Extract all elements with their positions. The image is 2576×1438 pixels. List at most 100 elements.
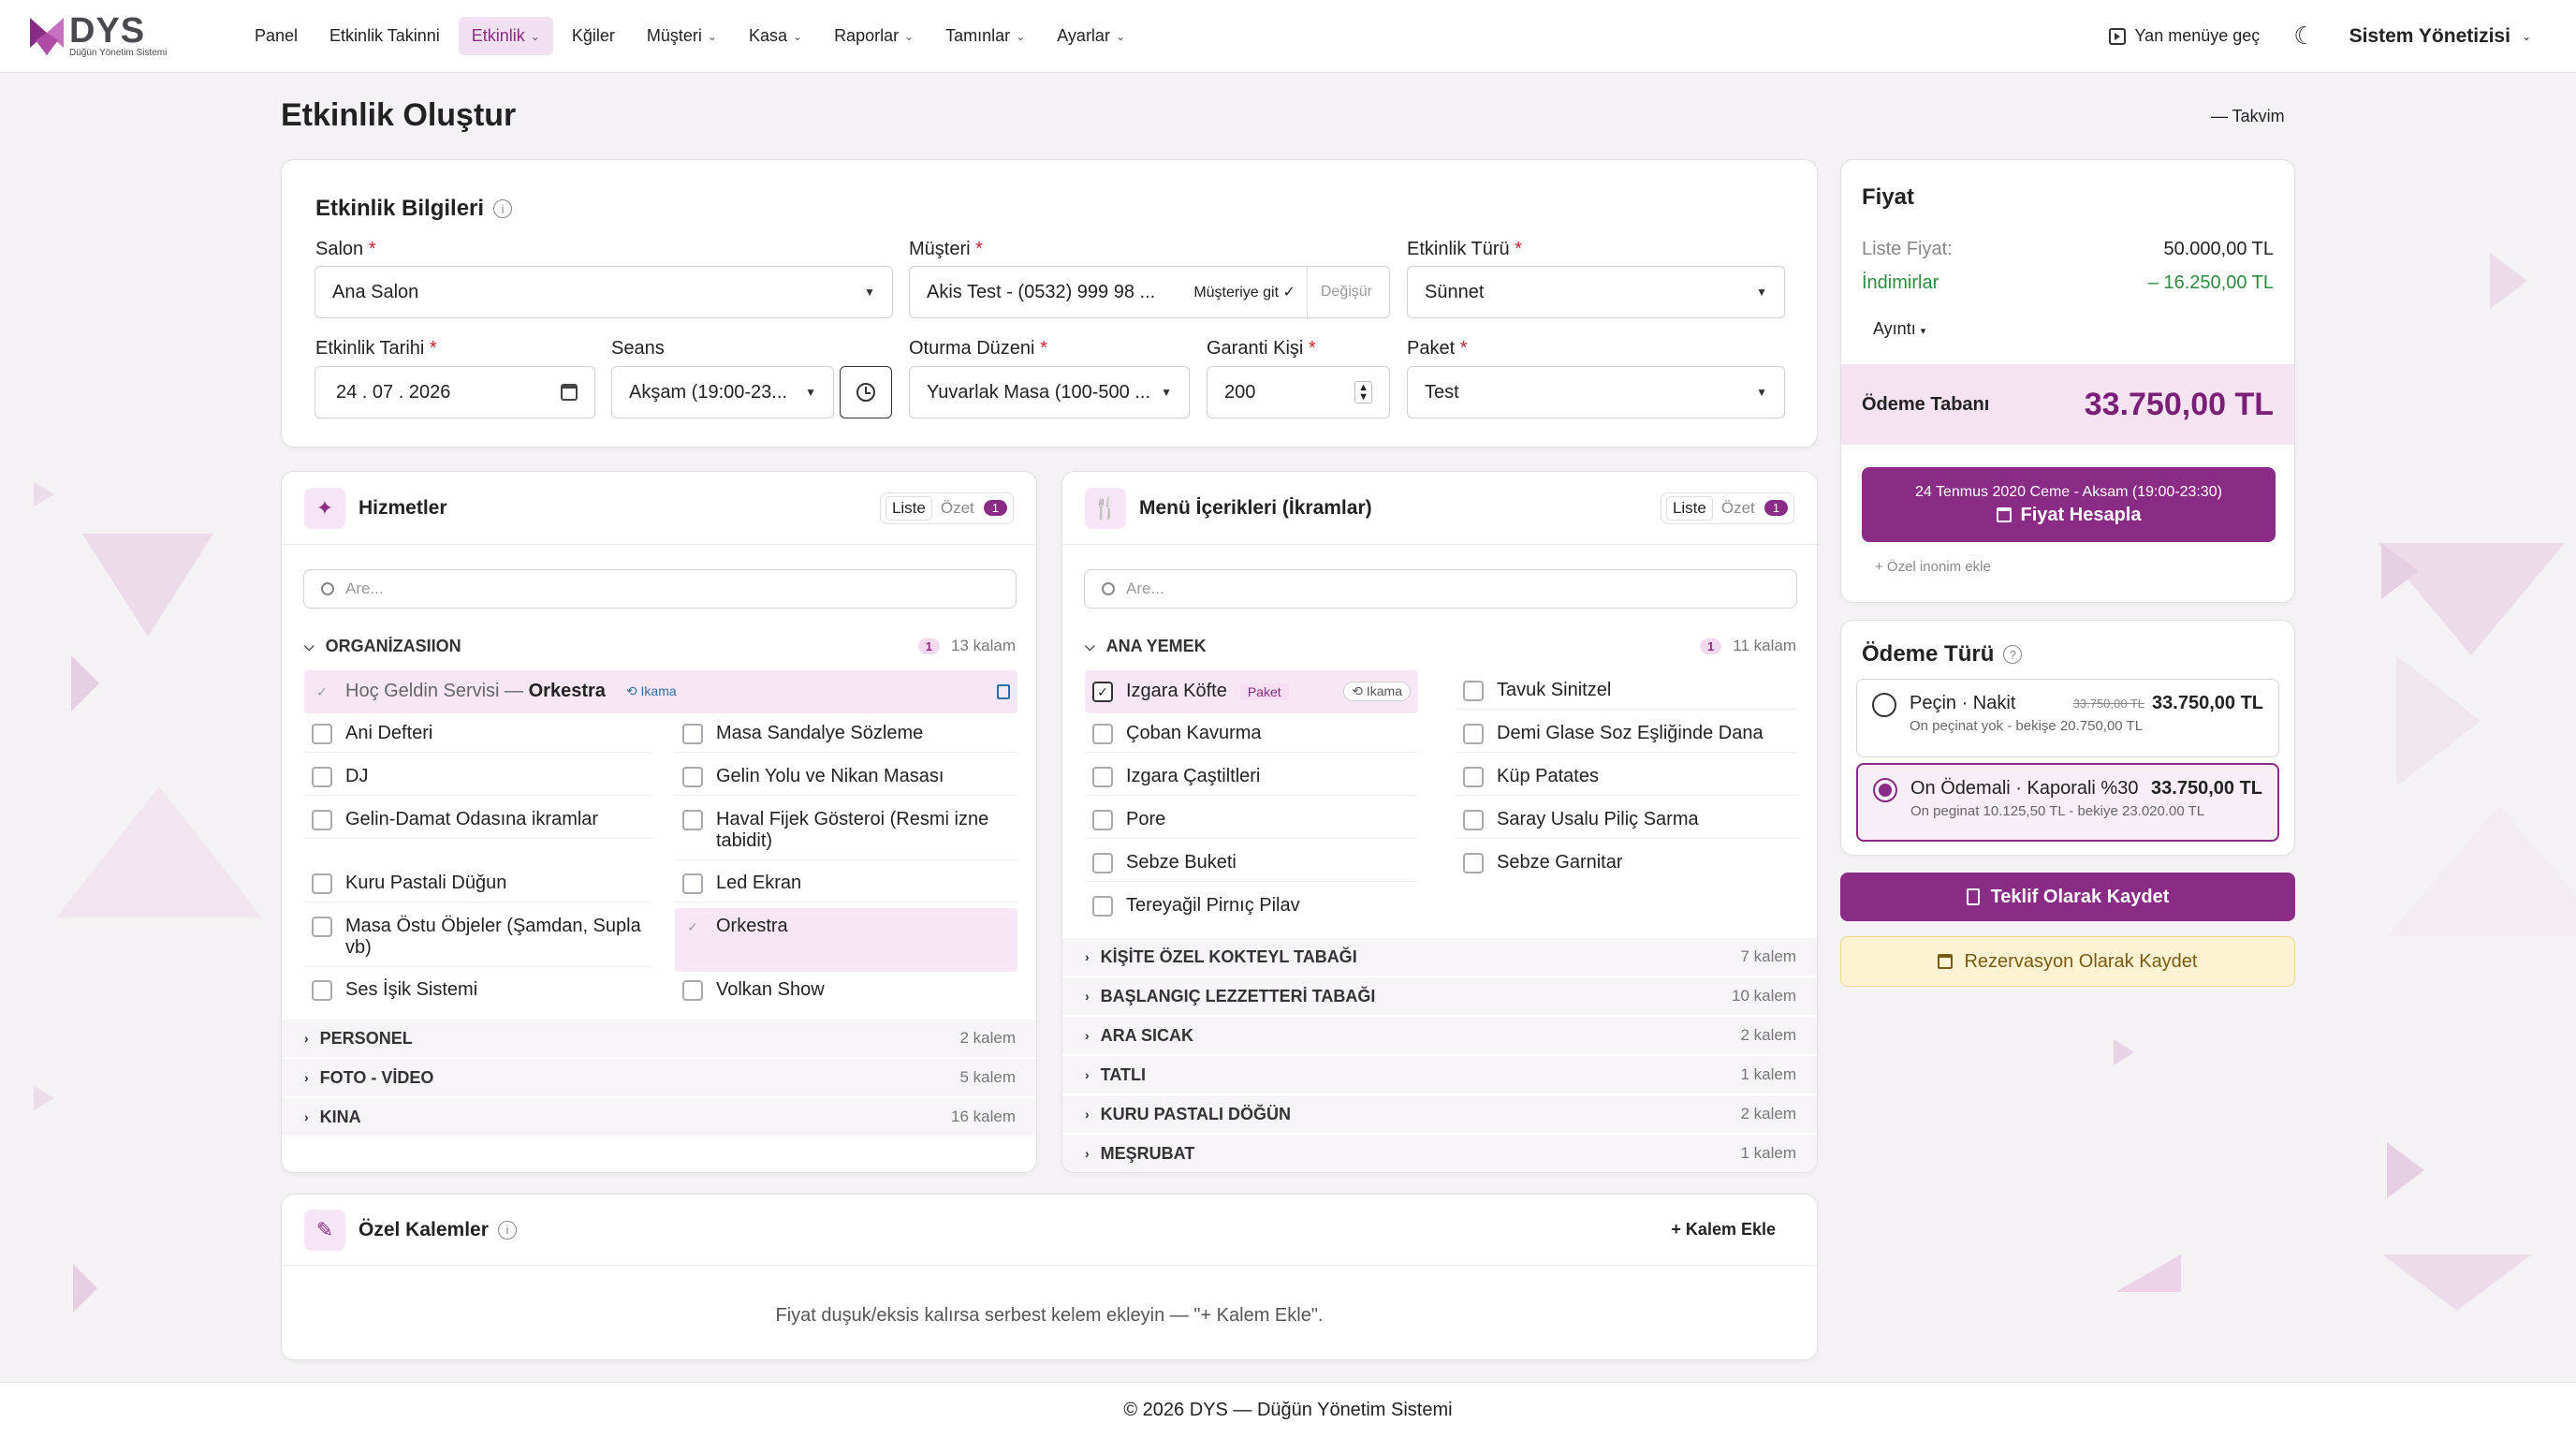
payment-option-cash[interactable]: Peçin · Nakit 33.750,00 TL 33.750,00 TL …: [1856, 679, 2279, 757]
nav-item-etkinlik-takvimi[interactable]: Etkinlik Takinni: [316, 17, 453, 55]
radio-button-selected[interactable]: [1873, 778, 1897, 802]
list-view-tab[interactable]: Liste: [886, 496, 931, 520]
service-item[interactable]: Volkan Show: [675, 972, 1017, 1008]
service-item[interactable]: Ani Defteri: [304, 715, 652, 753]
menu-item[interactable]: Saray Usalu Piliç Sarma: [1456, 801, 1798, 839]
payment-option-deposit[interactable]: On Ödemali · Kaporali %30 33.750,00 TL O…: [1856, 763, 2279, 842]
group-kisiye-ozel-kokteyl[interactable]: › KİŞİTE ÖZEL KOKTEYL TABAĞI 7 kalem: [1062, 938, 1817, 976]
group-baslangic[interactable]: › BAŞLANGIÇ LEZZETTERİ TABAĞI 10 kalem: [1062, 977, 1817, 1015]
service-item-selected[interactable]: ✓ Orkestra: [675, 908, 1017, 972]
salon-select[interactable]: Ana Salon ▼: [315, 266, 893, 318]
group-foto-video[interactable]: › FOTO - VİDEO 5 kalem: [282, 1059, 1036, 1096]
menu-search-input[interactable]: Are...: [1084, 569, 1797, 609]
event-type-select[interactable]: Sünnet ▼: [1407, 266, 1785, 318]
menu-view-toggle[interactable]: Liste Özet 1: [1660, 492, 1794, 524]
menu-item[interactable]: Sebze Garnitar: [1456, 844, 1798, 881]
nav-item-raporlar[interactable]: Raporlar ⌄: [821, 17, 927, 55]
event-date-input[interactable]: 24 . 07 . 2026: [315, 366, 595, 418]
group-ara-sicak[interactable]: › ARA SICAK 2 kalem: [1062, 1017, 1817, 1054]
menu-item[interactable]: Tavuk Sinitzel: [1456, 672, 1798, 710]
customer-field[interactable]: Akis Test - (0532) 999 98 ... Müşteriye …: [909, 266, 1390, 318]
save-as-reservation-button[interactable]: Rezervasyon Olarak Kaydet: [1840, 936, 2295, 987]
info-icon[interactable]: i: [497, 1220, 517, 1240]
service-item[interactable]: Haval Fijek Gösteroi (Resmi izne tabidit…: [675, 801, 1017, 860]
service-item[interactable]: Kuru Pastali Düğun: [304, 865, 652, 902]
group-kina[interactable]: › KINA 16 kalem: [282, 1098, 1036, 1136]
app-logo[interactable]: DYS Düğün Yönetim Sistemi: [28, 13, 206, 58]
menu-item[interactable]: Izgara Çaştiltleri: [1085, 758, 1418, 796]
service-item[interactable]: DJ: [304, 758, 652, 796]
checkbox[interactable]: [312, 873, 332, 894]
checkbox[interactable]: [682, 767, 703, 787]
service-item-selected[interactable]: ✓ Hoç Geldin Servisi — Orkestra ⟲ Ikama: [304, 670, 1017, 713]
checkbox[interactable]: [682, 873, 703, 894]
checkbox[interactable]: [682, 980, 703, 1001]
service-item[interactable]: Gelin-Damat Odasına ikramlar: [304, 801, 652, 839]
group-mesrubat[interactable]: › MEŞRUBAT 1 kalem: [1062, 1135, 1817, 1172]
checkbox[interactable]: [1092, 853, 1113, 873]
nav-item-kasa[interactable]: Kasa ⌄: [736, 17, 815, 55]
substitute-button[interactable]: ⟲ Ikama: [1343, 682, 1411, 701]
checkbox[interactable]: [1092, 724, 1113, 744]
service-item[interactable]: Masa Östu Öbjeler (Şamdan, Supla vb): [304, 908, 652, 967]
menu-item[interactable]: Demi Glase Soz Eşliğinde Dana: [1456, 715, 1798, 753]
service-item[interactable]: Ses İşik Sistemi: [304, 972, 652, 1008]
group-personel[interactable]: › PERSONEL 2 kalem: [282, 1020, 1036, 1057]
checkbox[interactable]: [1092, 896, 1113, 917]
nav-item-etkinlik[interactable]: Etkinlik ⌄: [458, 17, 553, 55]
calendar-link[interactable]: — Takvim: [2211, 107, 2285, 126]
add-special-discount-link[interactable]: + Özel inonim ekle: [1875, 559, 1991, 575]
checkbox[interactable]: [1463, 681, 1484, 701]
menu-item[interactable]: Sebze Buketi: [1085, 844, 1418, 882]
nav-item-panel[interactable]: Panel: [242, 17, 311, 55]
services-view-toggle[interactable]: Liste Özet 1: [879, 492, 1014, 524]
service-item[interactable]: Masa Sandalye Sözleme: [675, 715, 1017, 753]
session-time-button[interactable]: [840, 366, 892, 418]
checkbox-checked[interactable]: ✓: [1092, 682, 1113, 702]
price-detail-toggle[interactable]: Ayıntı ▾: [1873, 319, 1925, 339]
checkbox[interactable]: [312, 917, 332, 937]
note-icon[interactable]: [997, 683, 1010, 699]
package-select[interactable]: Test ▼: [1407, 366, 1785, 418]
checkbox[interactable]: [312, 724, 332, 744]
menu-item-selected[interactable]: ✓ Izgara Köfte Paket ⟲ Ikama: [1085, 670, 1418, 713]
service-item[interactable]: Gelin Yolu ve Nikan Masası: [675, 758, 1017, 796]
nav-item-kisiler[interactable]: Kğiler: [559, 17, 628, 55]
info-icon[interactable]: i: [493, 199, 513, 218]
add-item-button[interactable]: + Kalem Ekle: [1671, 1220, 1776, 1240]
nav-item-tanimlar[interactable]: Tamınlar ⌄: [932, 17, 1038, 55]
customer-change-button[interactable]: Değişür: [1306, 267, 1372, 317]
checkbox[interactable]: [682, 810, 703, 830]
nav-item-musteri[interactable]: Müşteri ⌄: [634, 17, 730, 55]
group-tatli[interactable]: › TATLI 1 kalem: [1062, 1056, 1817, 1093]
theme-toggle-moon-icon[interactable]: ☾: [2293, 22, 2315, 51]
menu-item[interactable]: Pore: [1085, 801, 1418, 839]
user-menu[interactable]: Sistem Yönetizisi ⌄: [2349, 25, 2531, 48]
list-view-tab[interactable]: Liste: [1666, 496, 1712, 520]
nav-item-ayarlar[interactable]: Ayarlar ⌄: [1044, 17, 1138, 55]
guarantee-stepper[interactable]: 200 ▲ ▼: [1207, 366, 1390, 418]
save-as-offer-button[interactable]: Teklif Olarak Kaydet: [1840, 873, 2295, 921]
checkbox[interactable]: [1463, 853, 1484, 873]
checkbox[interactable]: [1092, 810, 1113, 830]
services-search-input[interactable]: Are...: [303, 569, 1017, 609]
summary-view-tab[interactable]: Özet: [1721, 499, 1755, 518]
side-menu-switch[interactable]: Yan menüye geç: [2108, 26, 2260, 46]
seating-select[interactable]: Yuvarlak Masa (100-500 ... ▼: [909, 366, 1190, 418]
checkbox[interactable]: [312, 980, 332, 1001]
calculate-price-button[interactable]: 24 Tenmus 2020 Ceme - Aksam (19:00-23:30…: [1862, 467, 2276, 542]
checkbox[interactable]: [1463, 767, 1484, 787]
radio-button[interactable]: [1872, 693, 1896, 717]
summary-view-tab[interactable]: Özet: [941, 499, 974, 518]
group-organizasyon[interactable]: ⌵ ORGANİZASIION 1 13 kalam: [282, 627, 1036, 665]
menu-item[interactable]: Küp Patates: [1456, 758, 1798, 796]
customer-goto-button[interactable]: Müşteriye git ✓: [1182, 283, 1307, 301]
checkbox[interactable]: [1092, 767, 1113, 787]
checkbox[interactable]: [1463, 810, 1484, 830]
calendar-icon[interactable]: [561, 384, 578, 401]
service-item[interactable]: Led Ekran: [675, 865, 1017, 902]
group-kuru-pastali[interactable]: › KURU PASTALI DÖĞÜN 2 kalem: [1062, 1095, 1817, 1133]
group-ana-yemek[interactable]: ⌵ ANA YEMEK 1 11 kalam: [1062, 627, 1817, 665]
session-select[interactable]: Akşam (19:00-23... ▼: [611, 366, 834, 418]
help-icon[interactable]: ?: [2003, 645, 2023, 664]
